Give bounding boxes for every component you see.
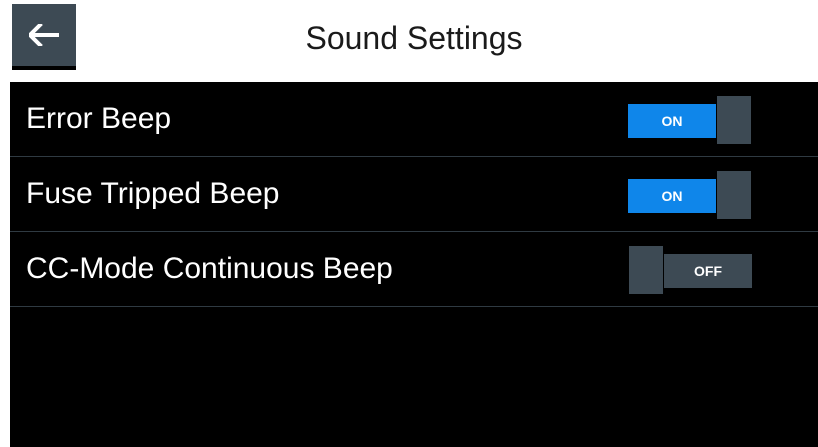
toggle-knob[interactable] — [716, 95, 752, 145]
setting-label: Error Beep — [26, 102, 172, 135]
setting-row-error-beep: Error Beep ON — [10, 82, 818, 157]
page-title: Sound Settings — [305, 20, 523, 56]
header-bar: Sound Settings — [10, 0, 818, 82]
toggle-state-label: ON — [661, 188, 683, 204]
setting-label: Fuse Tripped Beep — [26, 177, 280, 210]
settings-list: Error Beep ON Fuse Tripped Beep ON CC-Mo… — [10, 82, 818, 307]
cc-mode-continuous-beep-toggle[interactable]: OFF — [628, 245, 754, 295]
error-beep-toggle[interactable]: ON — [628, 95, 754, 145]
setting-label: CC-Mode Continuous Beep — [26, 252, 393, 285]
fuse-tripped-beep-toggle[interactable]: ON — [628, 170, 754, 220]
toggle-state-label: OFF — [694, 263, 722, 279]
setting-row-cc-mode-continuous-beep: CC-Mode Continuous Beep OFF — [10, 232, 818, 307]
toggle-knob[interactable] — [716, 170, 752, 220]
setting-row-fuse-tripped-beep: Fuse Tripped Beep ON — [10, 157, 818, 232]
toggle-state-label: ON — [661, 113, 683, 129]
sound-settings-screen: Sound Settings Error Beep ON Fuse Trippe… — [10, 0, 818, 447]
toggle-knob[interactable] — [628, 245, 664, 295]
